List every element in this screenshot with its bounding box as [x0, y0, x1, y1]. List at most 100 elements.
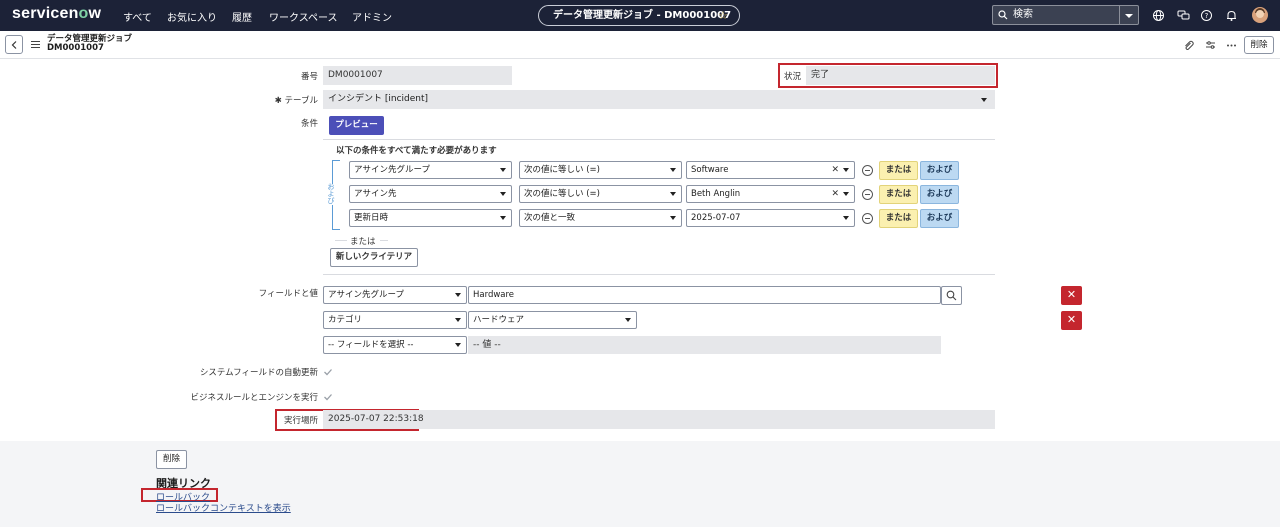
auto-update-checkbox[interactable] [323, 367, 333, 377]
chevron-down-icon [670, 216, 676, 220]
back-button[interactable] [5, 35, 23, 54]
condition-field-value: 更新日時 [354, 213, 389, 223]
condition-field-select[interactable]: 更新日時 [349, 209, 512, 227]
chevron-down-icon [981, 98, 987, 102]
update-value-select[interactable]: ハードウェア [468, 311, 637, 329]
settings-sliders-icon[interactable] [1205, 40, 1216, 51]
status-field: 完了 [806, 66, 995, 85]
run-rules-checkbox[interactable] [323, 392, 333, 402]
nav-item-all[interactable]: すべて [123, 9, 152, 24]
condition-operator-value: 次の値に等しい (=) [524, 189, 600, 199]
rollback-context-link[interactable]: ロールバックコンテキストを表示 [156, 501, 291, 514]
and-button[interactable]: および [920, 161, 959, 180]
update-field-value: カテゴリ [328, 315, 363, 325]
condition-field-select[interactable]: アサイン先グループ [349, 161, 512, 179]
globe-icon[interactable] [1152, 9, 1165, 22]
remove-field-button[interactable]: ✕ [1061, 311, 1082, 330]
remove-condition-icon[interactable] [862, 213, 873, 224]
chevron-down-icon [455, 318, 461, 322]
servicenow-logo[interactable]: servicenow [12, 5, 101, 23]
chevron-down-icon [843, 216, 849, 220]
update-field-value: アサイン先グループ [328, 290, 404, 300]
chevron-down-icon [670, 168, 676, 172]
divider [323, 139, 995, 140]
auto-update-label: システムフィールドの自動更新 [199, 368, 318, 378]
record-title-pill[interactable]: データ管理更新ジョブ - DM0001007 ☆ [538, 5, 740, 26]
chevron-down-icon [500, 216, 506, 220]
condition-operator-select[interactable]: 次の値と一致 [519, 209, 682, 227]
clear-icon[interactable]: ✕ [831, 162, 839, 178]
remove-field-button[interactable]: ✕ [1061, 286, 1082, 305]
condition-field-select[interactable]: アサイン先 [349, 185, 512, 203]
search-icon [998, 10, 1008, 20]
update-field-value: -- フィールドを選択 -- [328, 340, 414, 350]
condition-heading: 以下の条件をすべて満たす必要があります [336, 146, 497, 156]
clear-icon[interactable]: ✕ [831, 186, 839, 202]
condition-value-select[interactable]: Software ✕ [686, 161, 855, 179]
condition-label: 条件 [300, 119, 318, 129]
status-label: 状況 [783, 72, 801, 82]
nav-item-favorites[interactable]: お気に入り [167, 9, 217, 24]
preview-button[interactable]: プレビュー [329, 116, 384, 135]
remove-condition-icon[interactable] [862, 165, 873, 176]
update-value: ハードウェア [473, 315, 525, 325]
search-scope-dropdown[interactable] [1120, 5, 1139, 25]
chevron-down-icon [500, 168, 506, 172]
table-label-text: テーブル [284, 96, 319, 106]
global-search-input[interactable]: 検索 [992, 5, 1120, 25]
help-icon[interactable]: ? [1200, 9, 1213, 22]
condition-value: 2025-07-07 [691, 213, 741, 223]
or-separator-label: または [350, 237, 376, 247]
chat-icon[interactable] [1177, 9, 1190, 22]
lookup-button[interactable] [941, 286, 962, 305]
table-label: ✱ テーブル [240, 94, 318, 106]
user-avatar[interactable] [1252, 7, 1268, 23]
or-button[interactable]: または [879, 185, 918, 204]
new-criteria-button[interactable]: 新しいクライテリア [330, 248, 418, 267]
table-value: インシデント [incident] [328, 94, 429, 104]
update-field-select[interactable]: アサイン先グループ [323, 286, 467, 304]
table-select[interactable]: インシデント [incident] [323, 90, 995, 109]
form-title: データ管理更新ジョブ DM0001007 [47, 35, 132, 53]
paperclip-icon[interactable] [1183, 40, 1194, 51]
bell-icon[interactable] [1225, 9, 1238, 22]
record-title: データ管理更新ジョブ - DM0001007 [553, 10, 732, 21]
nav-item-history[interactable]: 履歴 [232, 9, 252, 24]
condition-operator-select[interactable]: 次の値に等しい (=) [519, 161, 682, 179]
update-value-input[interactable]: Hardware [468, 286, 941, 304]
chevron-left-icon [11, 41, 17, 49]
and-button[interactable]: および [920, 185, 959, 204]
update-value-placeholder: -- 値 -- [468, 336, 941, 354]
more-options-icon[interactable] [1226, 40, 1237, 51]
update-field-select[interactable]: -- フィールドを選択 -- [323, 336, 467, 354]
or-button[interactable]: または [879, 161, 918, 180]
condition-operator-select[interactable]: 次の値に等しい (=) [519, 185, 682, 203]
footer-delete-button[interactable]: 削除 [156, 450, 187, 469]
chevron-down-icon [843, 168, 849, 172]
search-icon [946, 290, 957, 301]
top-navigation-bar: servicenow すべて お気に入り 履歴 ワークスペース アドミン データ… [0, 0, 1280, 31]
condition-operator-value: 次の値に等しい (=) [524, 165, 600, 175]
favorite-star-icon[interactable]: ☆ [718, 6, 728, 25]
and-group-label: および [327, 183, 335, 205]
condition-value: Beth Anglin [691, 189, 741, 199]
update-field-select[interactable]: カテゴリ [323, 311, 467, 329]
condition-field-value: アサイン先 [354, 189, 397, 199]
nav-item-workspaces[interactable]: ワークスペース [269, 9, 338, 24]
form-title-line2: DM0001007 [47, 43, 104, 53]
chevron-down-icon [843, 192, 849, 196]
and-button[interactable]: および [920, 209, 959, 228]
or-separator-line [335, 240, 347, 241]
or-separator-line [380, 240, 388, 241]
or-button[interactable]: または [879, 209, 918, 228]
nav-item-admin[interactable]: アドミン [352, 9, 392, 24]
number-label: 番号 [300, 72, 318, 82]
condition-value-select[interactable]: 2025-07-07 [686, 209, 855, 227]
context-menu-icon[interactable] [31, 41, 40, 48]
chevron-down-icon [1125, 14, 1133, 18]
header-delete-button[interactable]: 削除 [1244, 36, 1274, 54]
required-marker: ✱ [274, 96, 282, 106]
condition-value-select[interactable]: Beth Anglin ✕ [686, 185, 855, 203]
remove-condition-icon[interactable] [862, 189, 873, 200]
form-header: データ管理更新ジョブ DM0001007 削除 [0, 31, 1280, 59]
